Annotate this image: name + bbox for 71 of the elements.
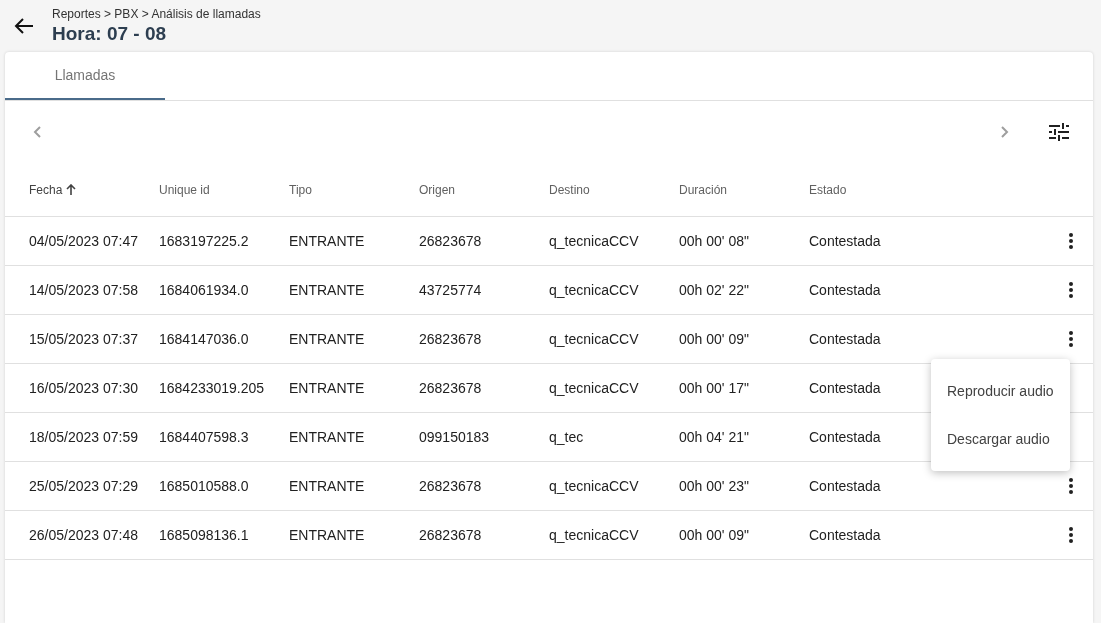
table-cell: 00h 00' 08" — [679, 233, 749, 249]
table-cell: 00h 02' 22" — [679, 282, 749, 298]
menu-item[interactable]: Reproducir audio — [931, 367, 1070, 415]
table-cell: ENTRANTE — [289, 331, 365, 347]
more-vertical-icon[interactable] — [1069, 282, 1073, 298]
table-cell: 16/05/2023 07:30 — [29, 380, 138, 396]
table-cell: 26823678 — [419, 527, 482, 543]
table-cell: ENTRANTE — [289, 478, 365, 494]
table-cell: 26/05/2023 07:48 — [29, 527, 138, 543]
table-cell: q_tec — [549, 429, 584, 445]
table-cell: q_tecnicaCCV — [549, 478, 639, 494]
column-header[interactable]: Origen — [419, 180, 456, 199]
table-cell: 00h 00' 23" — [679, 478, 749, 494]
column-header[interactable]: Tipo — [289, 180, 312, 199]
column-header[interactable]: Unique id — [159, 180, 210, 199]
table-cell: 15/05/2023 07:37 — [29, 331, 138, 347]
table-cell: 00h 00' 17" — [679, 380, 749, 396]
table-cell: 099150183 — [419, 429, 490, 445]
table-cell: 14/05/2023 07:58 — [29, 282, 138, 298]
table-cell: 25/05/2023 07:29 — [29, 478, 138, 494]
table-cell: 1684147036.0 — [159, 331, 249, 347]
table-cell: ENTRANTE — [289, 380, 365, 396]
table-cell: 26823678 — [419, 380, 482, 396]
tab[interactable]: Llamadas — [5, 52, 165, 100]
table-cell: Contestada — [809, 282, 881, 298]
table-cell: 1683197225.2 — [159, 233, 249, 249]
table-cell: q_tecnicaCCV — [549, 331, 639, 347]
more-vertical-icon[interactable] — [1069, 331, 1073, 347]
table-cell: 26823678 — [419, 478, 482, 494]
table-cell: 26823678 — [419, 233, 482, 249]
sort-up-arrow-icon[interactable] — [66, 184, 77, 195]
column-header[interactable]: Fecha — [29, 180, 63, 199]
table-cell: Contestada — [809, 380, 881, 396]
table-cell: 1684061934.0 — [159, 282, 249, 298]
table-cell: Contestada — [809, 429, 881, 445]
table-cell: ENTRANTE — [289, 429, 365, 445]
menu-item[interactable]: Descargar audio — [931, 415, 1070, 463]
chevron-left-icon[interactable] — [33, 126, 41, 138]
table-cell: 18/05/2023 07:59 — [29, 429, 138, 445]
table-cell: ENTRANTE — [289, 527, 365, 543]
page-title: Hora: 07 - 08 — [52, 22, 168, 46]
table-cell: 00h 04' 21" — [679, 429, 749, 445]
table-cell: q_tecnicaCCV — [549, 282, 639, 298]
back-arrow-icon[interactable] — [14, 18, 34, 34]
table-cell: 04/05/2023 07:47 — [29, 233, 138, 249]
table-cell: 43725774 — [419, 282, 482, 298]
more-vertical-icon[interactable] — [1069, 527, 1073, 543]
table-cell: Contestada — [809, 233, 881, 249]
chevron-right-icon[interactable] — [1001, 126, 1009, 138]
table-cell: 1685098136.1 — [159, 527, 249, 543]
filter-sliders-icon[interactable] — [1049, 123, 1069, 141]
table-cell: ENTRANTE — [289, 233, 365, 249]
table-cell: 1684233019.205 — [159, 380, 265, 396]
more-vertical-icon[interactable] — [1069, 233, 1073, 249]
table-cell: 00h 00' 09" — [679, 527, 749, 543]
more-vertical-icon[interactable] — [1069, 478, 1073, 494]
table-cell: q_tecnicaCCV — [549, 527, 639, 543]
table-cell: 00h 00' 09" — [679, 331, 749, 347]
table-cell: 26823678 — [419, 331, 482, 347]
table-cell: 1685010588.0 — [159, 478, 249, 494]
table-cell: 1684407598.3 — [159, 429, 249, 445]
breadcrumb: Reportes > PBX > Análisis de llamadas — [52, 6, 261, 22]
table-cell: Contestada — [809, 331, 881, 347]
table-cell: q_tecnicaCCV — [549, 233, 639, 249]
table-cell: Contestada — [809, 478, 881, 494]
column-header[interactable]: Destino — [549, 180, 590, 199]
table-cell: Contestada — [809, 527, 881, 543]
table-cell: ENTRANTE — [289, 282, 365, 298]
table-cell: q_tecnicaCCV — [549, 380, 639, 396]
column-header[interactable]: Estado — [809, 180, 847, 199]
column-header[interactable]: Duración — [679, 180, 728, 199]
